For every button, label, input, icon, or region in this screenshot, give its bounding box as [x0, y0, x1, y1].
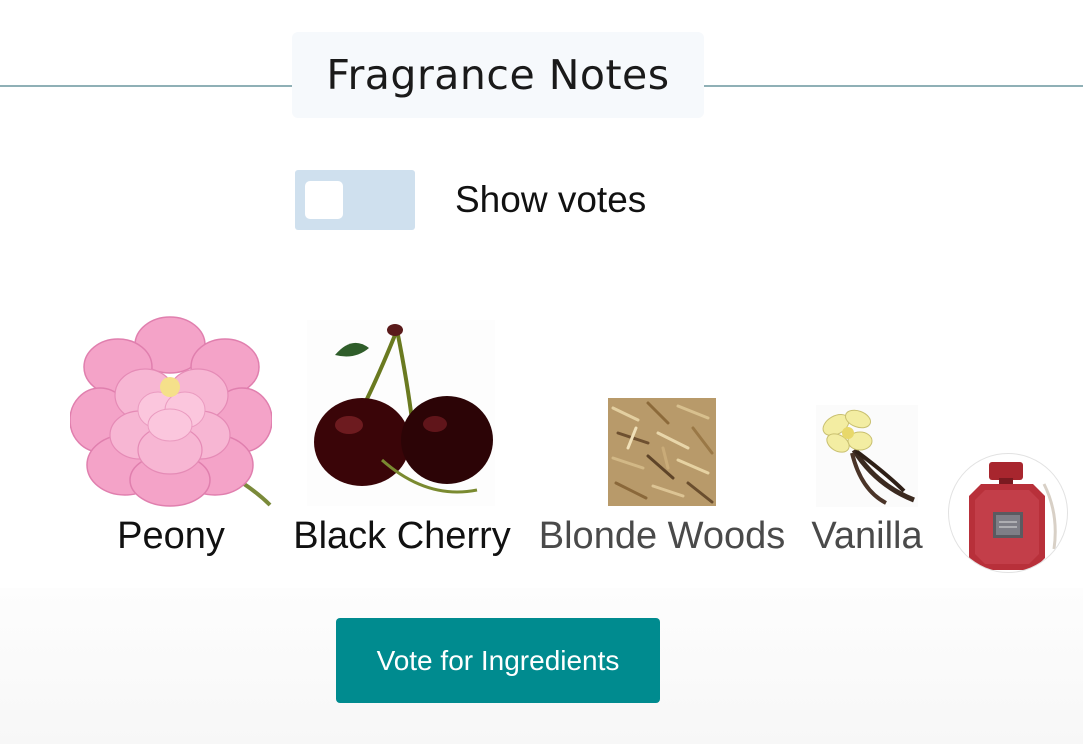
section-title-box: Fragrance Notes	[292, 32, 704, 118]
note-label-black-cherry: Black Cherry	[293, 515, 511, 557]
toggle-knob	[305, 181, 343, 219]
perfume-bottle-image[interactable]	[948, 453, 1068, 573]
show-votes-label: Show votes	[455, 179, 647, 220]
peony-image[interactable]	[70, 305, 272, 507]
black-cherry-image[interactable]	[307, 320, 495, 506]
vanilla-image[interactable]	[816, 405, 918, 507]
section-title: Fragrance Notes	[326, 51, 670, 99]
note-label-blonde-woods: Blonde Woods	[538, 515, 786, 557]
note-label-vanilla: Vanilla	[811, 515, 923, 557]
show-votes-toggle[interactable]	[295, 170, 415, 230]
vote-for-ingredients-button[interactable]: Vote for Ingredients	[336, 618, 660, 703]
note-label-peony: Peony	[117, 515, 225, 557]
fragrance-notes-page: Fragrance Notes Show votes Peony Black C…	[0, 0, 1083, 744]
blonde-woods-image[interactable]	[608, 398, 716, 506]
